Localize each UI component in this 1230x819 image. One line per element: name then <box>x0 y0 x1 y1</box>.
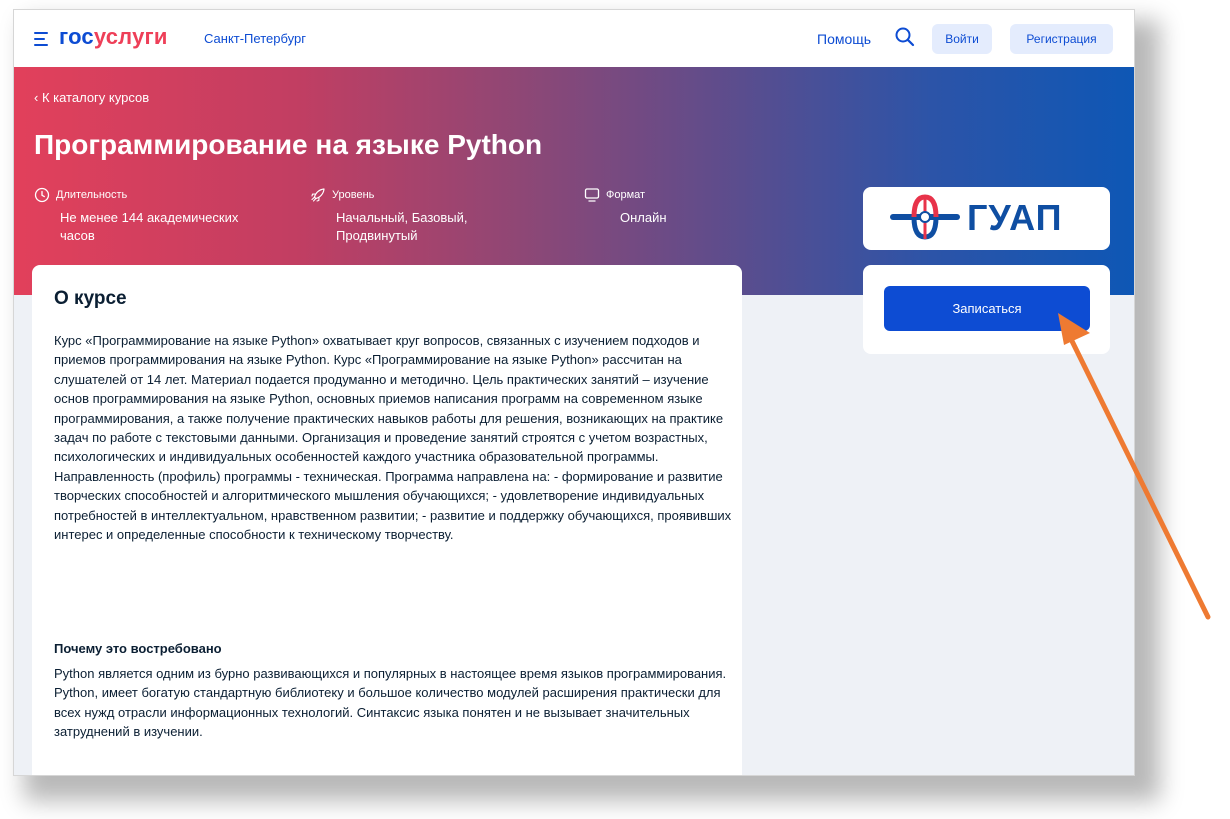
login-button[interactable]: Войти <box>932 24 992 54</box>
about-course-card: О курсе Курс «Программирование на языке … <box>32 265 742 775</box>
clock-icon <box>34 187 50 203</box>
monitor-icon <box>584 188 600 202</box>
page-title: Программирование на языке Python <box>34 129 543 160</box>
about-heading: О курсе <box>54 288 127 309</box>
menu-icon[interactable] <box>34 32 48 50</box>
about-description: Курс «Программирование на языке Python» … <box>54 333 732 543</box>
city-selector[interactable]: Санкт-Петербург <box>204 31 306 46</box>
provider-logo-card: ГУАП <box>863 187 1110 250</box>
register-button[interactable]: Регистрация <box>1010 24 1113 54</box>
gosuslugi-logo[interactable]: госуслуги <box>59 24 168 50</box>
guap-emblem-icon <box>890 194 960 240</box>
meta-value: Онлайн <box>620 210 667 225</box>
logo-part-uslugi: услуги <box>93 24 168 49</box>
rocket-icon <box>311 188 325 202</box>
search-icon[interactable] <box>894 26 916 48</box>
meta-value: Начальный, Базовый, Продвинутый <box>336 210 468 243</box>
meta-label: Уровень <box>332 189 375 201</box>
meta-label: Длительность <box>56 189 128 201</box>
provider-logo-text: ГУАП <box>967 197 1063 238</box>
meta-label: Формат <box>606 189 646 201</box>
back-to-catalog-link[interactable]: ‹ К каталогу курсов <box>34 90 149 105</box>
why-heading: Почему это востребовано <box>54 641 222 656</box>
logo-part-gos: гос <box>59 24 94 49</box>
meta-value: Не менее 144 академических часов <box>60 210 239 243</box>
browser-page: госуслуги Санкт-Петербург Помощь Войти Р… <box>14 10 1134 775</box>
help-link[interactable]: Помощь <box>817 31 871 47</box>
annotation-arrow-icon <box>1058 313 1211 620</box>
course-hero-banner: ‹ К каталогу курсов Программирование на … <box>14 67 1134 295</box>
top-navbar: госуслуги Санкт-Петербург Помощь Войти Р… <box>14 10 1134 68</box>
why-description: Python является одним из бурно развивающ… <box>54 666 727 740</box>
